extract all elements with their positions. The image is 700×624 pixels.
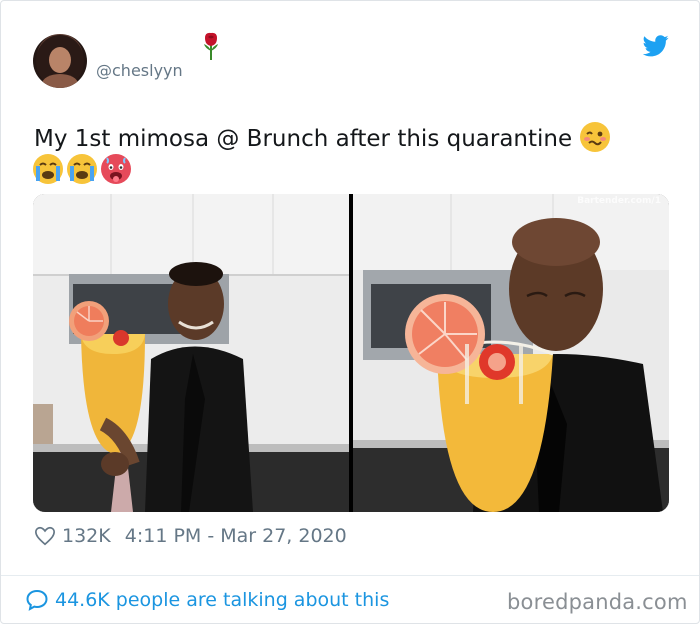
author-handle[interactable]: @cheslyyn (96, 61, 183, 80)
rose-icon (204, 32, 218, 60)
avatar[interactable] (33, 34, 87, 88)
hot-face-icon (101, 154, 131, 184)
woozy-face-icon (580, 122, 611, 152)
crying-face-icon (33, 154, 63, 184)
divider (1, 575, 699, 576)
conversation-link[interactable]: 44.6K people are talking about this (25, 588, 389, 612)
crying-face-icon (67, 154, 97, 184)
media-photo-right[interactable]: Bartender.com/1 (353, 194, 669, 512)
like-count[interactable]: 132K (62, 525, 111, 547)
media-photo-left[interactable] (33, 194, 349, 512)
tweet-text: My 1st mimosa @ Brunch after this quaran… (34, 122, 654, 156)
media-watermark: Bartender.com/1 (577, 196, 661, 206)
conversation-text[interactable]: 44.6K people are talking about this (55, 589, 389, 611)
speech-bubble-icon (26, 589, 48, 611)
tweet-card: @cheslyyn My 1st mimosa @ Brunch after t… (0, 0, 700, 624)
twitter-bird-icon[interactable] (643, 35, 669, 57)
emoji-row (33, 154, 135, 188)
tweet-media[interactable]: Bartender.com/1 (33, 194, 669, 512)
tweet-timestamp[interactable]: 4:11 PM - Mar 27, 2020 (125, 525, 347, 547)
heart-icon[interactable] (34, 525, 56, 547)
tweet-text-content: My 1st mimosa @ Brunch after this quaran… (34, 126, 573, 152)
brand-watermark: boredpanda.com (507, 590, 688, 614)
tweet-meta: 132K 4:11 PM - Mar 27, 2020 (34, 525, 347, 547)
